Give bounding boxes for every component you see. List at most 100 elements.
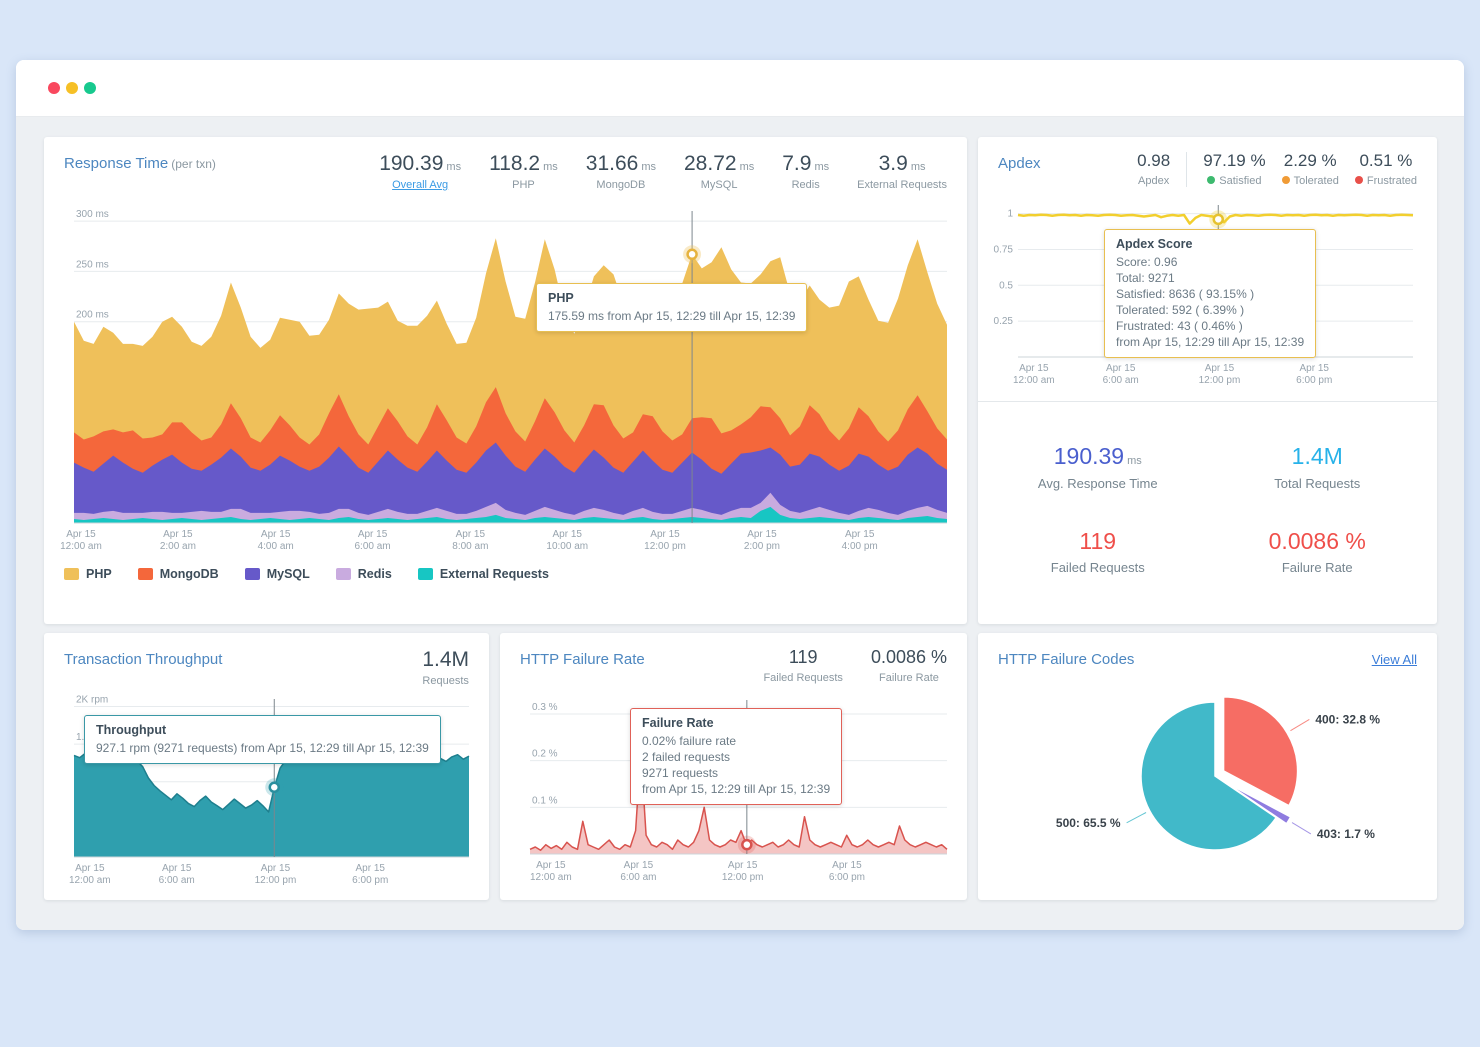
legend-item-php[interactable]: PHP	[64, 567, 112, 581]
svg-text:12:00 am: 12:00 am	[69, 875, 111, 886]
apdex-summary: 190.39ms Avg. Response Time 1.4M Total R…	[978, 402, 1437, 624]
close-button[interactable]	[48, 82, 60, 94]
response-time-chart[interactable]: PHP 175.59 ms from Apr 15, 12:29 till Ap…	[58, 203, 953, 555]
frustrated-dot	[1355, 176, 1363, 184]
svg-text:Apr 15: Apr 15	[456, 529, 486, 540]
legend-item-mysql[interactable]: MySQL	[245, 567, 310, 581]
app-window: Response Time(per txn) 190.39ms Overall …	[16, 60, 1464, 930]
svg-text:Apr 15: Apr 15	[624, 860, 654, 871]
avg-response-time-stat: 190.39ms Avg. Response Time	[1038, 444, 1158, 490]
svg-text:4:00 pm: 4:00 pm	[842, 541, 878, 552]
svg-text:6:00 am: 6:00 am	[354, 541, 390, 552]
svg-text:Apr 15: Apr 15	[261, 529, 291, 540]
svg-text:300 ms: 300 ms	[76, 209, 109, 220]
fullscreen-button[interactable]	[84, 82, 96, 94]
stat-failure-rate: 0.0086 % Failure Rate	[871, 648, 947, 684]
svg-text:Apr 15: Apr 15	[1300, 363, 1330, 374]
stat-overall-avg: 190.39ms Overall Avg	[379, 152, 461, 191]
response-time-header: Response Time(per txn) 190.39ms Overall …	[44, 137, 967, 195]
svg-text:0.75: 0.75	[994, 244, 1014, 255]
failure-rate-header: HTTP Failure Rate 119 Failed Requests 0.…	[500, 633, 967, 688]
svg-text:1.5K rpm: 1.5K rpm	[76, 732, 117, 743]
response-time-legend: PHP MongoDB MySQL Redis External Request…	[44, 555, 967, 595]
apdex-title: Apdex	[998, 152, 1041, 172]
failure-rate-panel: HTTP Failure Rate 119 Failed Requests 0.…	[500, 633, 967, 900]
svg-text:Apr 15: Apr 15	[1106, 363, 1136, 374]
failure-rate-stat: 0.0086 % Failure Rate	[1269, 529, 1366, 575]
svg-text:Apr 15: Apr 15	[650, 529, 680, 540]
svg-text:8:00 am: 8:00 am	[452, 541, 488, 552]
mongodb-swatch	[138, 568, 153, 580]
svg-text:12:00 pm: 12:00 pm	[255, 875, 297, 886]
window-titlebar	[16, 60, 1464, 117]
svg-text:200 ms: 200 ms	[76, 310, 109, 321]
svg-text:0.1 %: 0.1 %	[532, 795, 558, 806]
stat-mongodb: 31.66ms MongoDB	[586, 152, 656, 191]
stat-mysql: 28.72ms MySQL	[684, 152, 754, 191]
svg-text:6:00 am: 6:00 am	[620, 872, 656, 883]
response-time-panel: Response Time(per txn) 190.39ms Overall …	[44, 137, 967, 624]
svg-text:Apr 15: Apr 15	[75, 863, 105, 874]
stat-satisfied: 97.19 % Satisfied	[1186, 152, 1265, 187]
svg-text:0.5: 0.5	[999, 280, 1013, 291]
svg-text:12:00 pm: 12:00 pm	[644, 541, 686, 552]
svg-text:1: 1	[1007, 208, 1013, 219]
response-time-title: Response Time(per txn)	[64, 152, 216, 172]
svg-text:4:00 am: 4:00 am	[258, 541, 294, 552]
php-swatch	[64, 568, 79, 580]
svg-text:403: 1.7 %: 403: 1.7 %	[1317, 827, 1375, 841]
apdex-header: Apdex 0.98 Apdex 97.19 % Satisfied 2.29 …	[978, 137, 1437, 191]
svg-text:12:00 am: 12:00 am	[1013, 375, 1055, 386]
tolerated-dot	[1282, 176, 1290, 184]
minimize-button[interactable]	[66, 82, 78, 94]
svg-text:0.25: 0.25	[994, 316, 1014, 327]
svg-text:2K rpm: 2K rpm	[76, 695, 108, 706]
throughput-panel: Transaction Throughput 1.4M Requests Thr…	[44, 633, 489, 900]
overall-avg-link[interactable]: Overall Avg	[379, 179, 461, 191]
failure-rate-chart[interactable]: Failure Rate 0.02% failure rate 2 failed…	[514, 690, 953, 888]
apdex-panel: Apdex 0.98 Apdex 97.19 % Satisfied 2.29 …	[978, 137, 1437, 624]
svg-text:10:00 am: 10:00 am	[546, 541, 588, 552]
svg-text:2:00 am: 2:00 am	[160, 541, 196, 552]
svg-text:6:00 pm: 6:00 pm	[1296, 375, 1332, 386]
svg-text:12:00 am: 12:00 am	[60, 541, 102, 552]
external-requests-swatch	[418, 568, 433, 580]
stat-failed-requests: 119 Failed Requests	[763, 648, 843, 684]
throughput-title: Transaction Throughput	[64, 648, 222, 668]
svg-text:Apr 15: Apr 15	[163, 529, 193, 540]
svg-text:Apr 15: Apr 15	[536, 860, 566, 871]
svg-text:500: 65.5 %: 500: 65.5 %	[1056, 816, 1121, 830]
svg-text:Apr 15: Apr 15	[1019, 363, 1049, 374]
satisfied-dot	[1207, 176, 1215, 184]
total-requests-stat: 1.4M Total Requests	[1274, 444, 1360, 490]
stat-tolerated: 2.29 % Tolerated	[1282, 152, 1339, 187]
svg-text:6:00 pm: 6:00 pm	[829, 872, 865, 883]
throughput-header: Transaction Throughput 1.4M Requests	[44, 633, 489, 691]
svg-text:Apr 15: Apr 15	[832, 860, 862, 871]
legend-item-mongodb[interactable]: MongoDB	[138, 567, 219, 581]
svg-text:400: 32.8 %: 400: 32.8 %	[1315, 712, 1380, 726]
mysql-swatch	[245, 568, 260, 580]
svg-text:2:00 pm: 2:00 pm	[744, 541, 780, 552]
stat-external-requests: 3.9ms External Requests	[857, 152, 947, 191]
svg-text:250 ms: 250 ms	[76, 259, 109, 270]
svg-text:Apr 15: Apr 15	[66, 529, 96, 540]
svg-text:Apr 15: Apr 15	[553, 529, 583, 540]
legend-item-redis[interactable]: Redis	[336, 567, 392, 581]
failure-codes-title: HTTP Failure Codes	[998, 648, 1134, 668]
svg-text:6:00 am: 6:00 am	[159, 875, 195, 886]
throughput-chart[interactable]: Throughput 927.1 rpm (9271 requests) fro…	[58, 693, 475, 891]
view-all-link[interactable]: View All	[1372, 648, 1417, 667]
apdex-stats: 0.98 Apdex 97.19 % Satisfied 2.29 % Tole…	[1137, 152, 1417, 187]
stat-php: 118.2ms PHP	[489, 152, 558, 191]
dashboard-content: Response Time(per txn) 190.39ms Overall …	[16, 117, 1464, 930]
svg-text:Apr 15: Apr 15	[845, 529, 875, 540]
redis-swatch	[336, 568, 351, 580]
failed-requests-stat: 119 Failed Requests	[1051, 529, 1145, 575]
failure-codes-header: HTTP Failure Codes View All	[978, 633, 1437, 672]
apdex-chart[interactable]: Apdex Score Score: 0.96 Total: 9271 Sati…	[992, 197, 1423, 387]
svg-text:Apr 15: Apr 15	[728, 860, 758, 871]
svg-text:Apr 15: Apr 15	[747, 529, 777, 540]
failure-codes-pie-chart[interactable]: 400: 32.8 % 403: 1.7 % 500: 65.5 %	[992, 672, 1423, 877]
legend-item-external-requests[interactable]: External Requests	[418, 567, 549, 581]
